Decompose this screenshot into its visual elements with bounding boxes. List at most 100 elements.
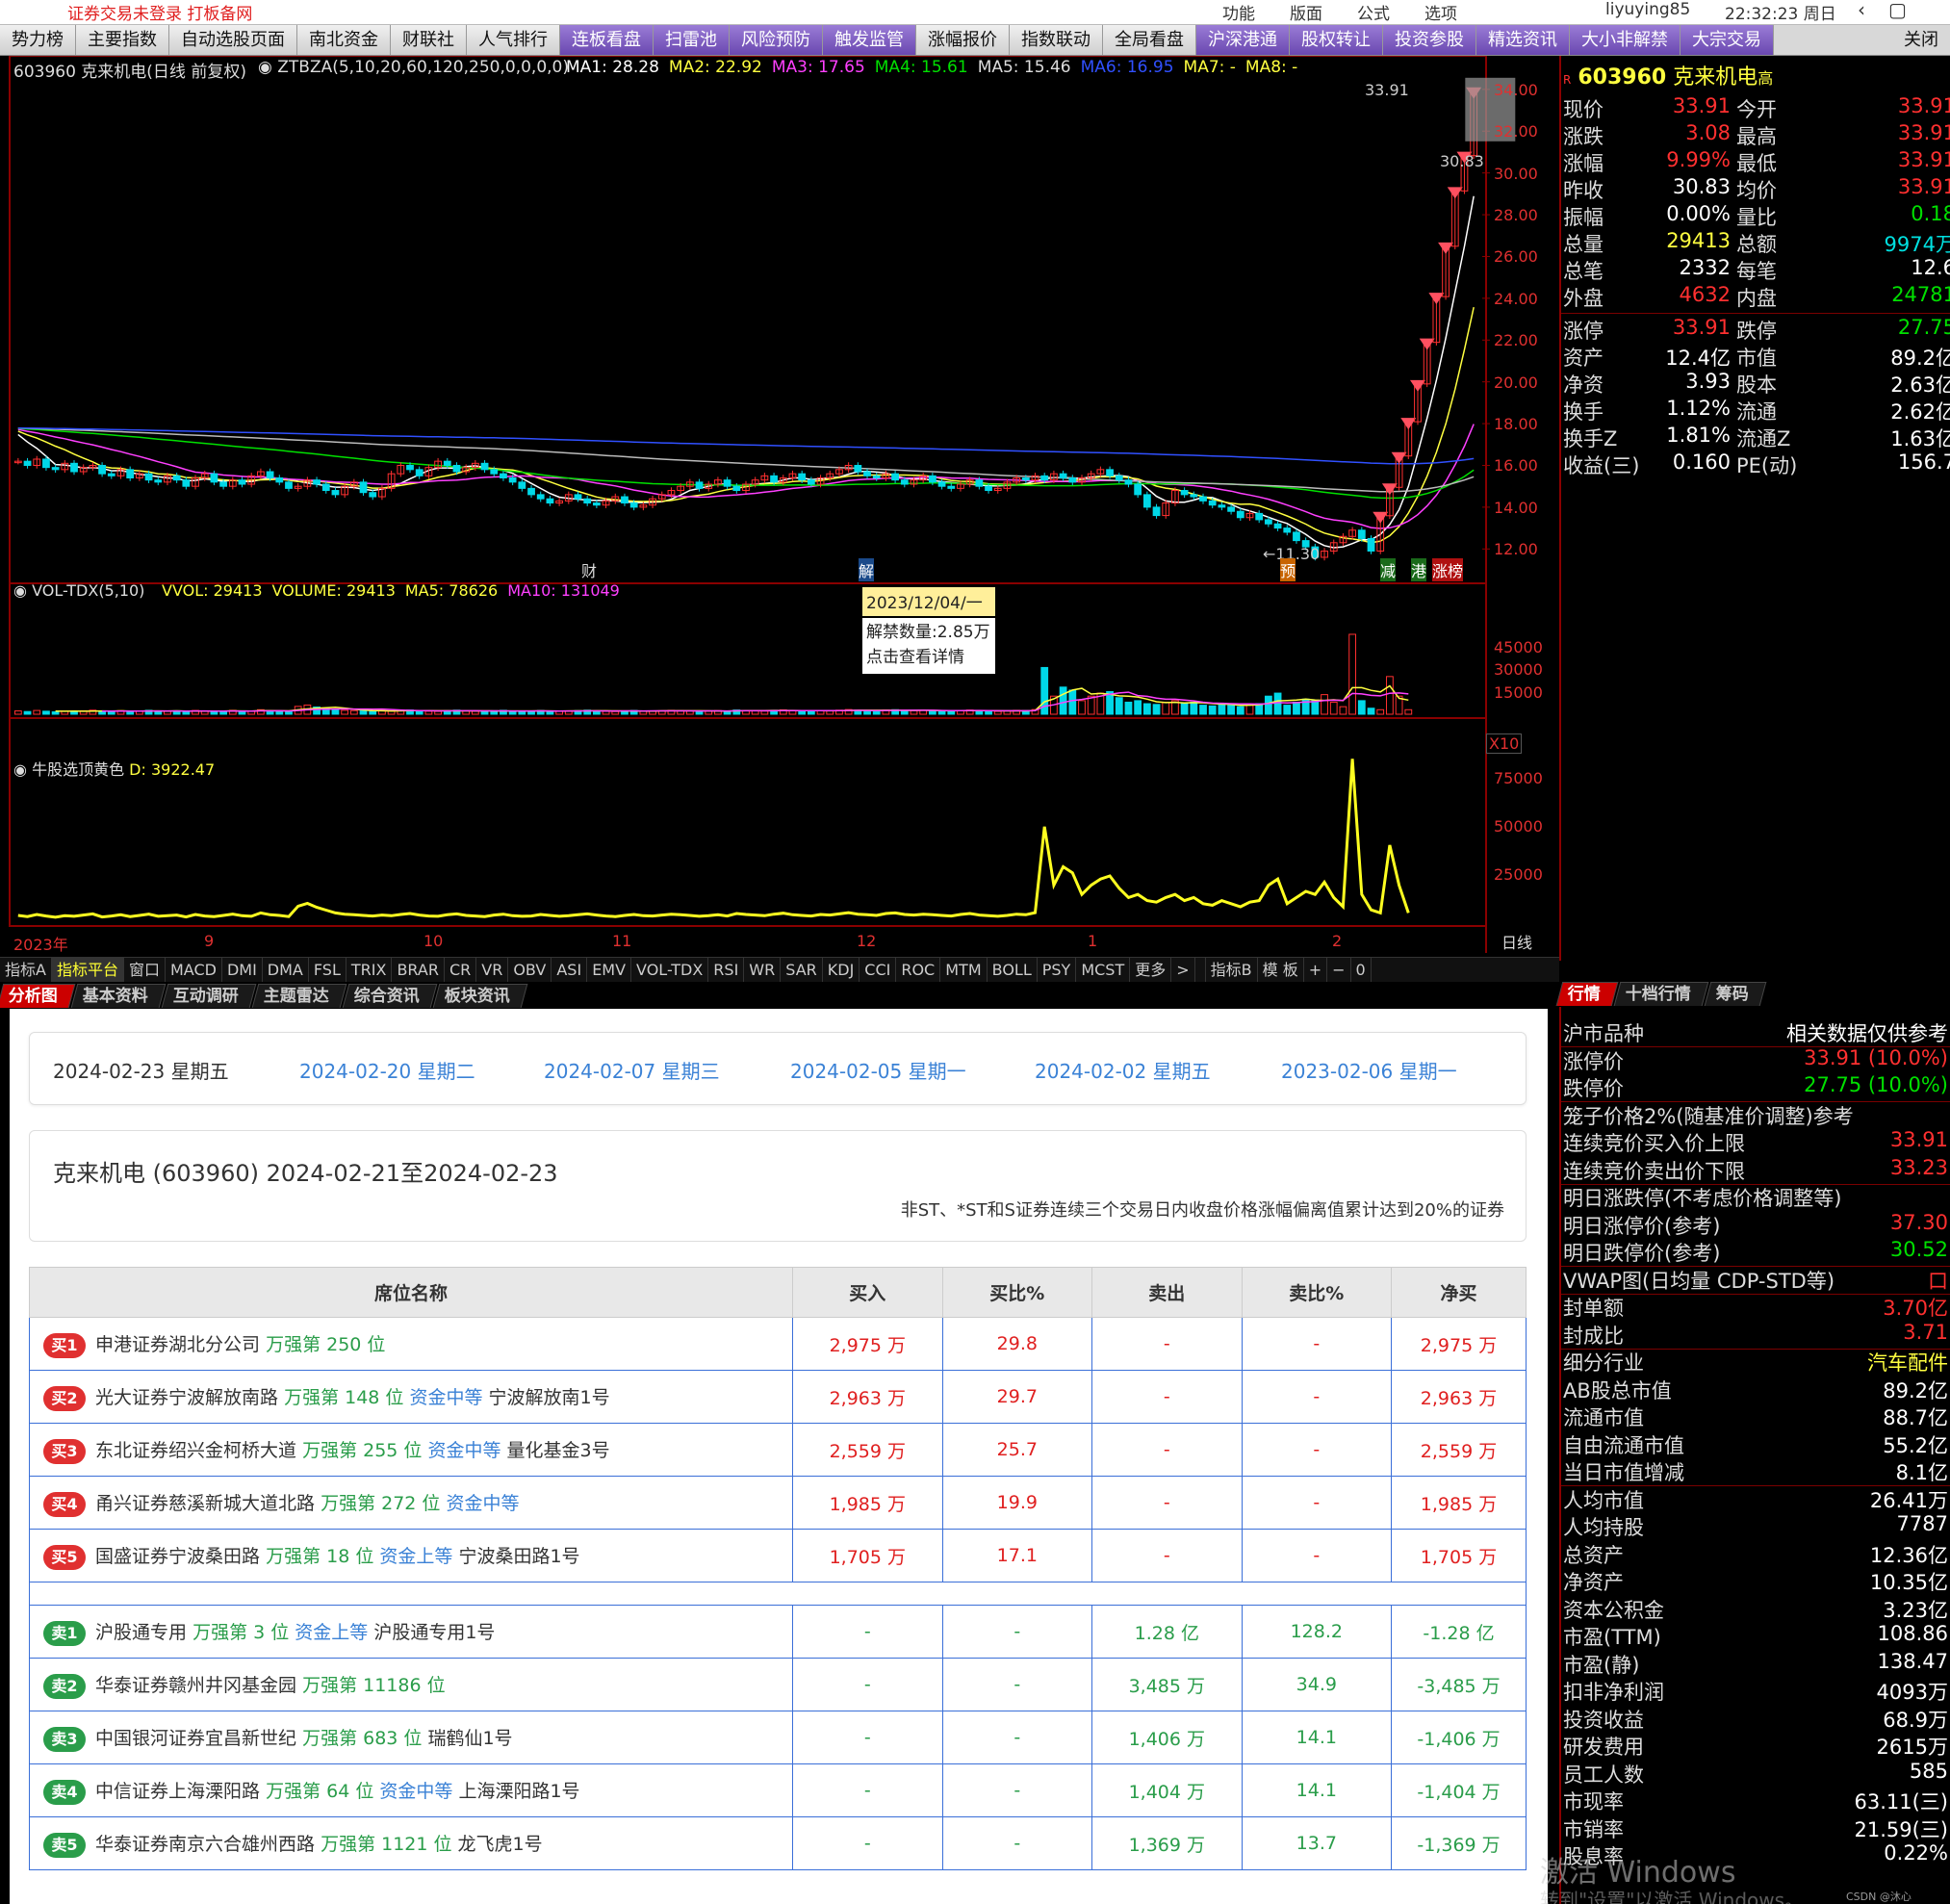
tab-11[interactable]: 指数联动: [1010, 25, 1103, 55]
table-row[interactable]: 买1 申港证券湖北分公司 万强第 250 位 2,975 万 29.8- -2,975…: [28, 1317, 1527, 1371]
seat-name[interactable]: 中国银河证券宜昌新世纪: [95, 1728, 296, 1749]
event-marker-hk[interactable]: 港: [1411, 558, 1427, 581]
indicator-tab[interactable]: >: [1171, 958, 1195, 982]
username[interactable]: liyuying85: [1605, 0, 1690, 19]
tab-14[interactable]: 股权转让: [1290, 25, 1383, 55]
indicator-tab[interactable]: ROC: [896, 958, 941, 982]
indicator-tab[interactable]: 窗口: [124, 958, 166, 982]
period-label[interactable]: 日线: [1501, 930, 1532, 953]
seat-name[interactable]: 光大证券宁波解放南路: [95, 1387, 278, 1408]
tab-6[interactable]: 连板看盘: [560, 25, 654, 55]
table-row[interactable]: 买5 国盛证券宁波桑田路 万强第 18 位 资金上等 宁波桑田路1号 1,705 万…: [28, 1529, 1527, 1582]
info-tab[interactable]: 基本资料: [70, 984, 167, 1008]
login-warning[interactable]: 证券交易未登录 打板备网: [67, 0, 252, 24]
tab-10[interactable]: 涨幅报价: [916, 25, 1010, 55]
table-row[interactable]: 买2 光大证券宁波解放南路 万强第 148 位 资金中等 宁波解放南1号 2,963…: [28, 1370, 1527, 1424]
table-row[interactable]: 卖4 中信证券上海溧阳路 万强第 64 位 资金中等 上海溧阳路1号 - -1,404…: [28, 1763, 1527, 1817]
table-row[interactable]: 卖3 中国银河证券宜昌新世纪 万强第 683 位 瑞鹤仙1号 - -1,406 万 14…: [28, 1711, 1527, 1764]
indicator-tab[interactable]: BRAR: [392, 958, 445, 982]
event-marker-finance[interactable]: 财: [581, 558, 597, 581]
tab-7[interactable]: 扫雷池: [654, 25, 730, 55]
table-row[interactable]: 卖5 华泰证券南京六合雄州西路 万强第 1121 位 龙飞虎1号 - -1,369 万…: [28, 1816, 1527, 1870]
indicator-tab[interactable]: MACD: [166, 958, 222, 982]
seat-name[interactable]: 华泰证券南京六合雄州西路: [95, 1834, 315, 1855]
tab-4[interactable]: 财联社: [391, 25, 467, 55]
indicator-tab[interactable]: BOLL: [988, 958, 1038, 982]
date-option[interactable]: 2024-02-20 星期二: [299, 1056, 475, 1084]
seat-name[interactable]: 中信证券上海溧阳路: [95, 1781, 260, 1802]
kline-chart[interactable]: [0, 56, 1559, 953]
chart-area[interactable]: 603960 克来机电(日线 前复权) ◉ ZTBZA(5,10,20,60,1…: [0, 56, 1559, 954]
indicator-tab[interactable]: CR: [445, 958, 477, 982]
indicator-tab[interactable]: SAR: [781, 958, 823, 982]
indicator-tab[interactable]: ASI: [552, 958, 588, 982]
indicator-tab[interactable]: DMA: [263, 958, 309, 982]
indicator-tab[interactable]: WR: [744, 958, 782, 982]
tooltip-body[interactable]: 解禁数量:2.85万 点击查看详情: [862, 618, 995, 674]
indicator-tab[interactable]: 指标平台: [51, 958, 124, 982]
table-row[interactable]: 卖1 沪股通专用 万强第 3 位 资金上等 沪股通专用1号 - -1.28 亿 128.…: [28, 1605, 1527, 1659]
indicator-tab[interactable]: 模 板: [1258, 958, 1304, 982]
tab-15[interactable]: 投资参股: [1383, 25, 1476, 55]
indicator-tab[interactable]: PSY: [1038, 958, 1077, 982]
indicator-tab[interactable]: VR: [476, 958, 509, 982]
tab-17[interactable]: 大小非解禁: [1570, 25, 1681, 55]
date-option[interactable]: 2024-02-05 星期一: [790, 1056, 966, 1084]
table-row[interactable]: 买4 甬兴证券慈溪新城大道北路 万强第 272 位 资金中等 1,985 万 19.…: [28, 1476, 1527, 1530]
indicator-tab[interactable]: −: [1327, 958, 1351, 982]
info-tab[interactable]: 板块资讯: [432, 984, 528, 1008]
tab-9[interactable]: 触发监管: [823, 25, 916, 55]
close-tab-button[interactable]: 关闭: [1892, 25, 1950, 55]
event-marker-limit-list[interactable]: 涨榜: [1432, 558, 1464, 581]
seat-name[interactable]: 甬兴证券慈溪新城大道北路: [95, 1493, 315, 1514]
tab-0[interactable]: 势力榜: [0, 25, 76, 55]
tab-3[interactable]: 南北资金: [297, 25, 391, 55]
indicator-tab[interactable]: MCST: [1076, 958, 1131, 982]
indicator-tab[interactable]: KDJ: [823, 958, 860, 982]
seat-name[interactable]: 申港证券湖北分公司: [95, 1334, 260, 1355]
indicator-tab[interactable]: 指标A: [0, 958, 52, 982]
tab-1[interactable]: 主要指数: [76, 25, 169, 55]
tab-8[interactable]: 风险预防: [730, 25, 823, 55]
back-icon[interactable]: ‹: [1858, 0, 1865, 21]
menu-function[interactable]: 功能: [1222, 0, 1255, 24]
seat-name[interactable]: 华泰证券赣州井冈基金园: [95, 1675, 296, 1696]
seat-name[interactable]: 东北证券绍兴金柯桥大道: [95, 1440, 296, 1461]
event-marker-reduce[interactable]: 减: [1380, 558, 1397, 581]
tab-18[interactable]: 大宗交易: [1681, 25, 1774, 55]
indicator-tab[interactable]: OBV: [508, 958, 552, 982]
indicator-tab[interactable]: MTM: [940, 958, 988, 982]
menu-options[interactable]: 选项: [1424, 0, 1457, 24]
indicator-tab[interactable]: 指标B: [1206, 958, 1258, 982]
restore-icon[interactable]: ▢: [1888, 0, 1907, 21]
quote-tab[interactable]: 行情: [1555, 982, 1619, 1006]
tab-12[interactable]: 全局看盘: [1103, 25, 1196, 55]
date-option[interactable]: 2024-02-07 星期三: [544, 1056, 720, 1084]
indicator-tab[interactable]: RSI: [708, 958, 745, 982]
indicator-tab[interactable]: TRIX: [346, 958, 393, 982]
indicator-tab[interactable]: 0: [1351, 958, 1372, 982]
date-option[interactable]: 2024-02-23 星期五: [53, 1056, 229, 1084]
date-option[interactable]: 2023-02-06 星期一: [1281, 1056, 1457, 1084]
tab-5[interactable]: 人气排行: [467, 25, 560, 55]
table-row[interactable]: 卖2 华泰证券赣州井冈基金园 万强第 11186 位 - -3,485 万 34.9-…: [28, 1658, 1527, 1711]
indicator-tab[interactable]: DMI: [222, 958, 263, 982]
table-row[interactable]: 买3 东北证券绍兴金柯桥大道 万强第 255 位 资金中等 量化基金3号 2,559…: [28, 1423, 1527, 1477]
quote-tab[interactable]: 筹码: [1704, 982, 1767, 1006]
menu-layout[interactable]: 版面: [1290, 0, 1322, 24]
menu-formula[interactable]: 公式: [1357, 0, 1390, 24]
indicator-tab[interactable]: 更多: [1130, 958, 1172, 982]
indicator-tab[interactable]: VOL-TDX: [631, 958, 709, 982]
info-tab[interactable]: 分析图: [0, 984, 76, 1008]
info-tab[interactable]: 综合资讯: [342, 984, 438, 1008]
tab-16[interactable]: 精选资讯: [1476, 25, 1570, 55]
seat-name[interactable]: 沪股通专用: [95, 1622, 187, 1643]
event-marker-unlock[interactable]: 解: [859, 558, 875, 581]
event-marker-forecast[interactable]: 预: [1280, 558, 1296, 581]
indicator-tab[interactable]: +: [1304, 958, 1328, 982]
tab-2[interactable]: 自动选股页面: [169, 25, 297, 55]
indicator-tab[interactable]: [1195, 958, 1206, 982]
indicator-tab[interactable]: FSL: [309, 958, 346, 982]
date-option[interactable]: 2024-02-02 星期五: [1035, 1056, 1211, 1084]
indicator-tab[interactable]: EMV: [587, 958, 632, 982]
